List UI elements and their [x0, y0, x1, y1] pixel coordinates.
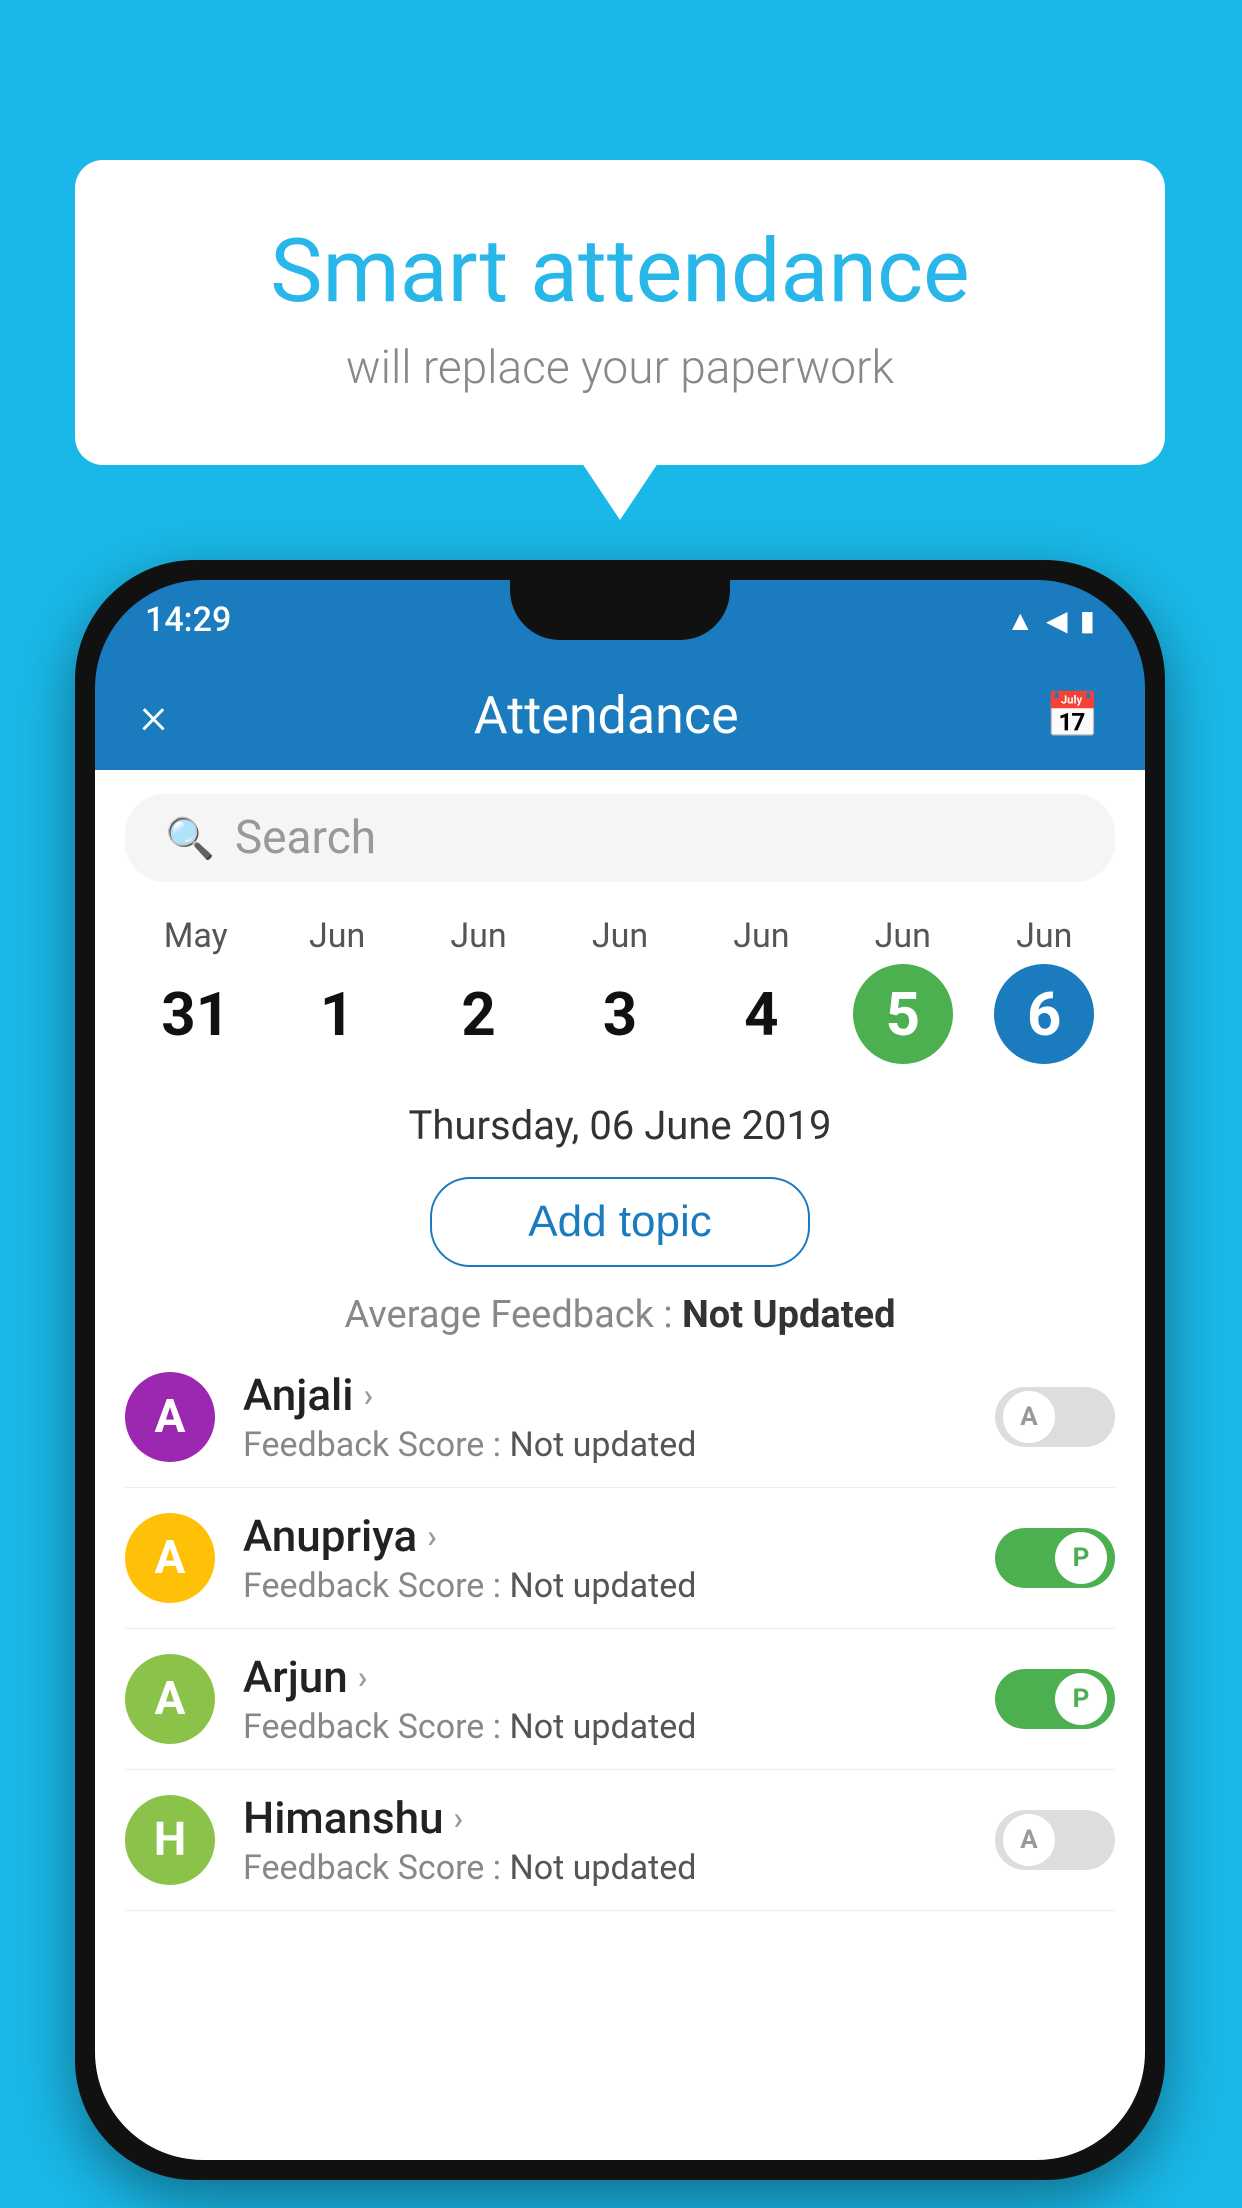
date-col-jun4[interactable]: Jun 4: [691, 916, 832, 1064]
date-col-jun3[interactable]: Jun 3: [549, 916, 690, 1064]
student-info: Anjali › Feedback Score : Not updated: [243, 1369, 967, 1465]
status-icons: ▲ ◀ ▮: [1006, 604, 1095, 637]
student-feedback: Feedback Score : Not updated: [243, 1566, 967, 1606]
student-name[interactable]: Arjun ›: [243, 1651, 967, 1703]
close-button[interactable]: ×: [140, 685, 167, 746]
speech-bubble-title: Smart attendance: [155, 220, 1085, 323]
student-item: H Himanshu › Feedback Score : Not update…: [125, 1770, 1115, 1911]
student-info: Arjun › Feedback Score : Not updated: [243, 1651, 967, 1747]
search-bar[interactable]: 🔍 Search: [125, 794, 1115, 882]
chevron-right-icon: ›: [454, 1799, 464, 1837]
attendance-toggle[interactable]: P: [995, 1528, 1115, 1588]
speech-bubble: Smart attendance will replace your paper…: [75, 160, 1165, 465]
toggle-thumb: A: [1003, 1814, 1055, 1866]
header-title: Attendance: [474, 685, 739, 746]
phone-frame: 14:29 ▲ ◀ ▮ × Attendance 📅 🔍 Search Ma: [75, 560, 1165, 2180]
student-info: Anupriya › Feedback Score : Not updated: [243, 1510, 967, 1606]
student-item: A Anjali › Feedback Score : Not updated …: [125, 1347, 1115, 1488]
student-name[interactable]: Anupriya ›: [243, 1510, 967, 1562]
avatar: A: [125, 1654, 215, 1744]
date-col-jun2[interactable]: Jun 2: [408, 916, 549, 1064]
date-col-jun6[interactable]: Jun 6: [974, 916, 1115, 1064]
date-selector: May 31 Jun 1 Jun 2: [95, 906, 1145, 1084]
toggle-thumb: P: [1055, 1532, 1107, 1584]
student-info: Himanshu › Feedback Score : Not updated: [243, 1792, 967, 1888]
search-icon: 🔍: [165, 815, 215, 862]
attendance-toggle[interactable]: A: [995, 1810, 1115, 1870]
avg-feedback-label: Average Feedback : Not Updated: [345, 1293, 896, 1337]
app-header: × Attendance 📅: [95, 660, 1145, 770]
chevron-right-icon: ›: [363, 1376, 373, 1414]
student-item: A Anupriya › Feedback Score : Not update…: [125, 1488, 1115, 1629]
chevron-right-icon: ›: [358, 1658, 368, 1696]
avg-feedback-value: Not Updated: [682, 1293, 896, 1337]
student-list: A Anjali › Feedback Score : Not updated …: [95, 1347, 1145, 1911]
add-topic-button[interactable]: Add topic: [430, 1177, 810, 1267]
avatar: A: [125, 1513, 215, 1603]
avatar: A: [125, 1372, 215, 1462]
avg-feedback: Average Feedback : Not Updated: [95, 1279, 1145, 1347]
status-bar: 14:29 ▲ ◀ ▮: [95, 580, 1145, 660]
date-col-jun1[interactable]: Jun 1: [266, 916, 407, 1064]
selected-date-info: Thursday, 06 June 2019: [95, 1084, 1145, 1165]
student-item: A Arjun › Feedback Score : Not updated P: [125, 1629, 1115, 1770]
student-name[interactable]: Himanshu ›: [243, 1792, 967, 1844]
search-placeholder: Search: [235, 811, 376, 865]
signal-icon: ◀: [1046, 604, 1068, 637]
date-col-jun5[interactable]: Jun 5: [832, 916, 973, 1064]
calendar-icon[interactable]: 📅: [1045, 689, 1100, 741]
toggle-thumb: A: [1003, 1391, 1055, 1443]
speech-bubble-subtitle: will replace your paperwork: [155, 341, 1085, 395]
app-content: 🔍 Search May 31 Jun 1 Jun: [95, 770, 1145, 2160]
battery-icon: ▮: [1080, 604, 1095, 637]
student-feedback: Feedback Score : Not updated: [243, 1707, 967, 1747]
toggle-thumb: P: [1055, 1673, 1107, 1725]
chevron-right-icon: ›: [427, 1517, 437, 1555]
selected-date-text: Thursday, 06 June 2019: [409, 1102, 832, 1149]
date-col-may31[interactable]: May 31: [125, 916, 266, 1064]
status-time: 14:29: [145, 600, 231, 640]
attendance-toggle[interactable]: P: [995, 1669, 1115, 1729]
student-name[interactable]: Anjali ›: [243, 1369, 967, 1421]
student-feedback: Feedback Score : Not updated: [243, 1848, 967, 1888]
avatar: H: [125, 1795, 215, 1885]
phone-inner: 14:29 ▲ ◀ ▮ × Attendance 📅 🔍 Search Ma: [95, 580, 1145, 2160]
wifi-icon: ▲: [1006, 604, 1034, 637]
attendance-toggle[interactable]: A: [995, 1387, 1115, 1447]
student-feedback: Feedback Score : Not updated: [243, 1425, 967, 1465]
